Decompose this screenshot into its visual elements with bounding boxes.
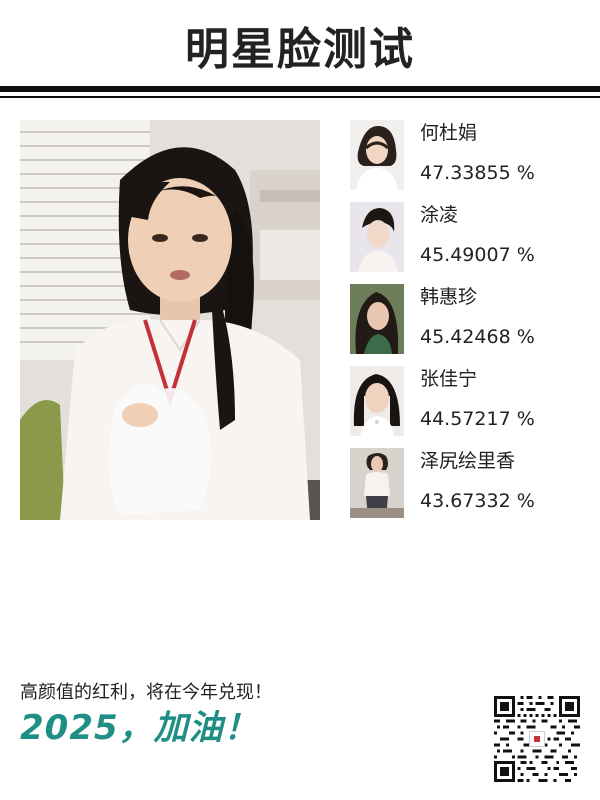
match-score: 44.57217 % bbox=[420, 408, 535, 430]
qr-code-icon[interactable] bbox=[494, 696, 580, 782]
match-avatar bbox=[350, 120, 404, 190]
match-avatar bbox=[350, 366, 404, 436]
match-name: 涂凌 bbox=[420, 204, 459, 226]
match-score: 45.42468 % bbox=[420, 326, 535, 348]
match-name: 韩惠珍 bbox=[420, 286, 478, 308]
match-item[interactable]: 泽尻绘里香 43.67332 % bbox=[350, 448, 590, 520]
match-avatar bbox=[350, 202, 404, 272]
match-score: 45.49007 % bbox=[420, 244, 535, 266]
page-title: 明星脸测试 bbox=[185, 24, 415, 75]
match-item[interactable]: 张佳宁 44.57217 % bbox=[350, 366, 590, 438]
header-divider-thin bbox=[0, 96, 600, 98]
main-face-photo bbox=[20, 120, 320, 520]
match-item[interactable]: 韩惠珍 45.42468 % bbox=[350, 284, 590, 356]
match-name: 泽尻绘里香 bbox=[420, 450, 516, 472]
match-item[interactable]: 涂凌 45.49007 % bbox=[350, 202, 590, 274]
match-item[interactable]: 何杜娟 47.33855 % bbox=[350, 120, 590, 192]
header-divider-thick bbox=[0, 86, 600, 92]
match-score: 43.67332 % bbox=[420, 490, 535, 512]
match-score: 47.33855 % bbox=[420, 162, 535, 184]
footer-slogan: 2025，加油！ bbox=[20, 708, 259, 748]
match-avatar bbox=[350, 448, 404, 518]
footer-tagline: 高颜值的红利，将在今年兑现！ bbox=[20, 682, 272, 703]
match-name: 张佳宁 bbox=[420, 368, 478, 390]
match-avatar bbox=[350, 284, 404, 354]
match-name: 何杜娟 bbox=[420, 122, 478, 144]
